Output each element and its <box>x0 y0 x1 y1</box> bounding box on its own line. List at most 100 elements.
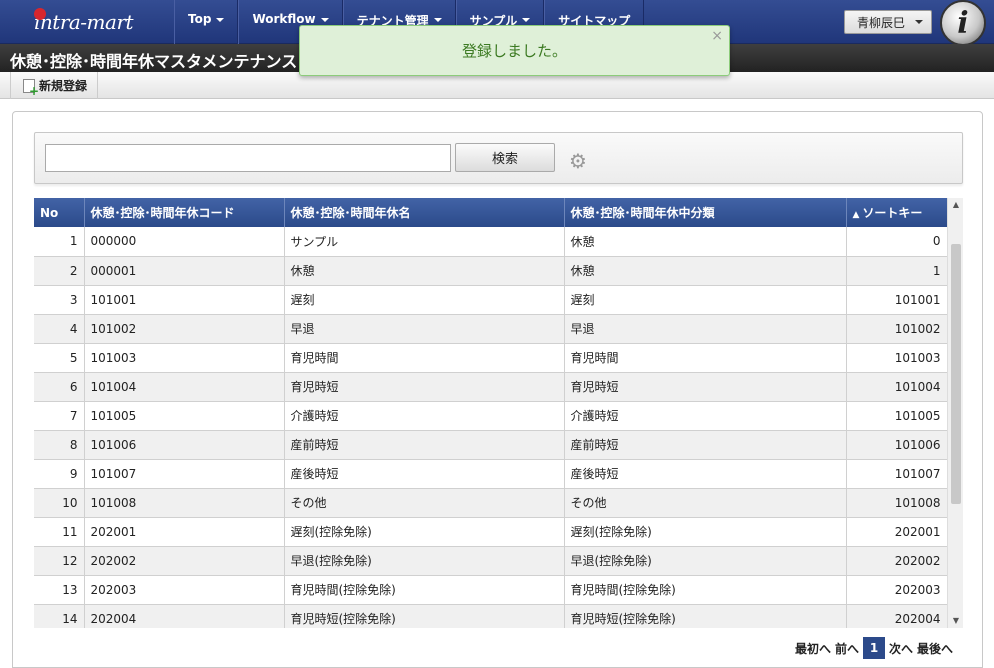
sort-asc-icon: ▲ <box>852 210 860 220</box>
gear-icon[interactable]: ⚙ <box>567 150 589 172</box>
table-row[interactable]: 4 101002 早退 早退 101002 <box>34 314 948 344</box>
chevron-down-icon <box>320 18 329 22</box>
cell-sort-key: 101003 <box>846 343 948 373</box>
cell-name: サンプル <box>284 227 565 257</box>
cell-no: 7 <box>34 401 85 431</box>
cell-category: 遅刻(控除免除) <box>564 517 847 547</box>
cell-no: 14 <box>34 604 85 628</box>
table-row[interactable]: 9 101007 産後時短 産後時短 101007 <box>34 459 948 489</box>
pager-current-page[interactable]: 1 <box>863 637 886 659</box>
cell-category: 休憩 <box>564 227 847 257</box>
table-row[interactable]: 10 101008 その他 その他 101008 <box>34 488 948 518</box>
logo-text: intra-mart <box>34 10 134 34</box>
cell-name: 介護時短 <box>284 401 565 431</box>
cell-code: 000000 <box>84 227 285 257</box>
cell-code: 101002 <box>84 314 285 344</box>
cell-sort-key: 0 <box>846 227 948 257</box>
cell-no: 13 <box>34 575 85 605</box>
intra-mart-logo[interactable]: intra-mart <box>0 0 174 44</box>
cell-code: 101006 <box>84 430 285 460</box>
cell-code: 101005 <box>84 401 285 431</box>
search-input[interactable] <box>45 144 451 172</box>
nav-top-label: Top <box>188 12 212 26</box>
cell-name: その他 <box>284 488 565 518</box>
success-toast: 登録しました。 × <box>299 25 730 76</box>
scroll-down-icon[interactable]: ▼ <box>948 614 963 628</box>
pager-next[interactable]: 次へ <box>889 640 913 657</box>
avatar[interactable]: i <box>940 0 986 46</box>
col-header-category[interactable]: 休憩･控除･時間年休中分類 <box>564 198 847 227</box>
pager-first[interactable]: 最初へ <box>795 640 831 657</box>
cell-sort-key: 202003 <box>846 575 948 605</box>
cell-no: 6 <box>34 372 85 402</box>
cell-no: 9 <box>34 459 85 489</box>
cell-name: 育児時間(控除免除) <box>284 575 565 605</box>
cell-no: 2 <box>34 256 85 286</box>
vertical-scrollbar[interactable]: ▲ ▼ <box>947 198 963 628</box>
chevron-down-icon <box>522 18 531 22</box>
table-row[interactable]: 7 101005 介護時短 介護時短 101005 <box>34 401 948 431</box>
col-header-sort-key-label: ソートキー <box>862 206 923 220</box>
cell-category: 介護時短 <box>564 401 847 431</box>
table-row[interactable]: 3 101001 遅刻 遅刻 101001 <box>34 285 948 315</box>
close-icon[interactable]: × <box>711 28 723 44</box>
user-menu-button[interactable]: 青柳辰巳 <box>844 10 932 34</box>
cell-name: 遅刻(控除免除) <box>284 517 565 547</box>
table-row[interactable]: 1 000000 サンプル 休憩 0 <box>34 227 948 257</box>
search-area: 検索 ⚙ <box>34 132 963 184</box>
cell-code: 101004 <box>84 372 285 402</box>
cell-no: 4 <box>34 314 85 344</box>
cell-sort-key: 101002 <box>846 314 948 344</box>
table-body: 1 000000 サンプル 休憩 0 2 000001 休憩 休憩 1 3 101001 遅刻 遅刻 101… <box>34 227 948 628</box>
col-header-code[interactable]: 休憩･控除･時間年休コード <box>84 198 285 227</box>
avatar-glyph: i <box>957 5 969 41</box>
cell-sort-key: 101005 <box>846 401 948 431</box>
table-row[interactable]: 8 101006 産前時短 産前時短 101006 <box>34 430 948 460</box>
pager-last[interactable]: 最後へ <box>917 640 953 657</box>
new-register-button[interactable]: 新規登録 <box>10 72 99 99</box>
result-table: No 休憩･控除･時間年休コード 休憩･控除･時間年休名 休憩･控除･時間年休中… <box>34 198 948 628</box>
cell-name: 産前時短 <box>284 430 565 460</box>
result-grid: No 休憩･控除･時間年休コード 休憩･控除･時間年休名 休憩･控除･時間年休中… <box>34 198 963 628</box>
toast-message: 登録しました。 <box>461 42 567 60</box>
user-name: 青柳辰巳 <box>857 15 906 30</box>
cell-name: 遅刻 <box>284 285 565 315</box>
table-header-row: No 休憩･控除･時間年休コード 休憩･控除･時間年休名 休憩･控除･時間年休中… <box>34 198 948 227</box>
table-row[interactable]: 2 000001 休憩 休憩 1 <box>34 256 948 286</box>
cell-category: 育児時短(控除免除) <box>564 604 847 628</box>
col-header-name[interactable]: 休憩･控除･時間年休名 <box>284 198 565 227</box>
cell-no: 8 <box>34 430 85 460</box>
cell-code: 101007 <box>84 459 285 489</box>
scrollbar-thumb[interactable] <box>951 244 961 504</box>
pager-prev[interactable]: 前へ <box>835 640 859 657</box>
nav-workflow-label: Workflow <box>252 12 316 26</box>
cell-category: 休憩 <box>564 256 847 286</box>
cell-sort-key: 202001 <box>846 517 948 547</box>
chevron-down-icon <box>433 18 442 22</box>
table-row[interactable]: 6 101004 育児時短 育児時短 101004 <box>34 372 948 402</box>
col-header-sort-key[interactable]: ▲ ソートキー <box>846 198 948 227</box>
cell-no: 5 <box>34 343 85 373</box>
cell-no: 1 <box>34 227 85 257</box>
scroll-up-icon[interactable]: ▲ <box>948 198 963 212</box>
table-row[interactable]: 14 202004 育児時短(控除免除) 育児時短(控除免除) 202004 <box>34 604 948 628</box>
table-row[interactable]: 13 202003 育児時間(控除免除) 育児時間(控除免除) 202003 <box>34 575 948 605</box>
cell-sort-key: 202004 <box>846 604 948 628</box>
cell-code: 101001 <box>84 285 285 315</box>
cell-code: 101003 <box>84 343 285 373</box>
new-register-label: 新規登録 <box>39 79 88 93</box>
toolbar: 新規登録 <box>0 72 994 99</box>
col-header-no[interactable]: No <box>34 198 85 227</box>
search-button[interactable]: 検索 <box>455 143 555 172</box>
table-row[interactable]: 12 202002 早退(控除免除) 早退(控除免除) 202002 <box>34 546 948 576</box>
cell-no: 10 <box>34 488 85 518</box>
cell-name: 早退(控除免除) <box>284 546 565 576</box>
nav-top[interactable]: Top <box>174 0 239 44</box>
cell-category: 産後時短 <box>564 459 847 489</box>
cell-no: 12 <box>34 546 85 576</box>
cell-no: 11 <box>34 517 85 547</box>
table-row[interactable]: 11 202001 遅刻(控除免除) 遅刻(控除免除) 202001 <box>34 517 948 547</box>
table-row[interactable]: 5 101003 育児時間 育児時間 101003 <box>34 343 948 373</box>
cell-sort-key: 101007 <box>846 459 948 489</box>
logo-mark-icon <box>34 8 46 20</box>
